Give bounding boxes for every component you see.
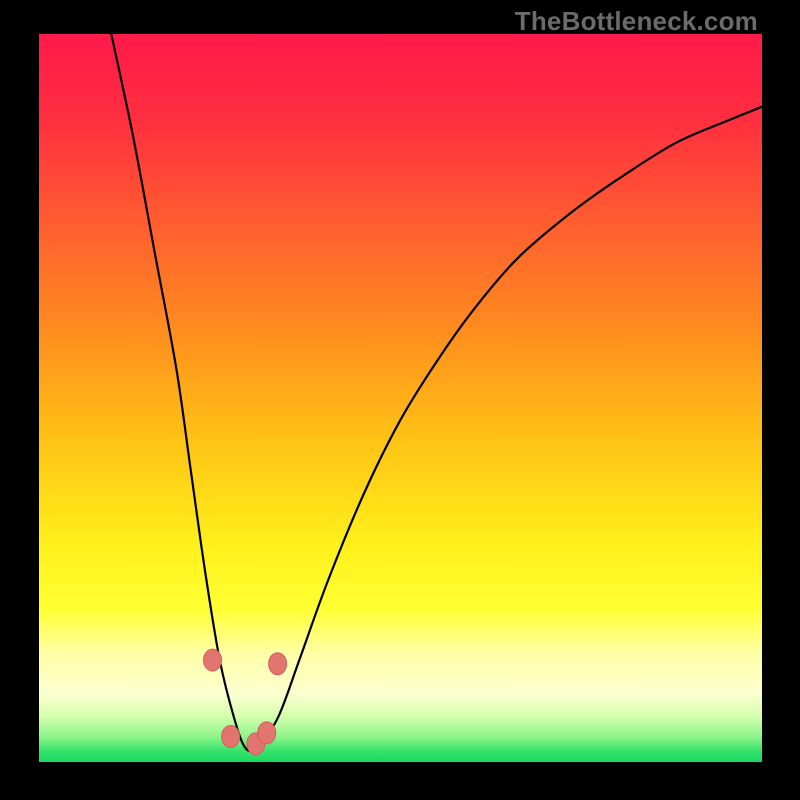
chart-frame: TheBottleneck.com <box>0 0 800 800</box>
bottleneck-curve <box>111 34 762 751</box>
curve-marker <box>222 726 240 748</box>
curve-marker <box>269 653 287 675</box>
curve-marker <box>204 649 222 671</box>
curve-markers <box>204 649 287 755</box>
watermark-text: TheBottleneck.com <box>515 6 758 37</box>
curve-marker <box>258 722 276 744</box>
chart-svg <box>39 34 762 762</box>
plot-area <box>39 34 762 762</box>
